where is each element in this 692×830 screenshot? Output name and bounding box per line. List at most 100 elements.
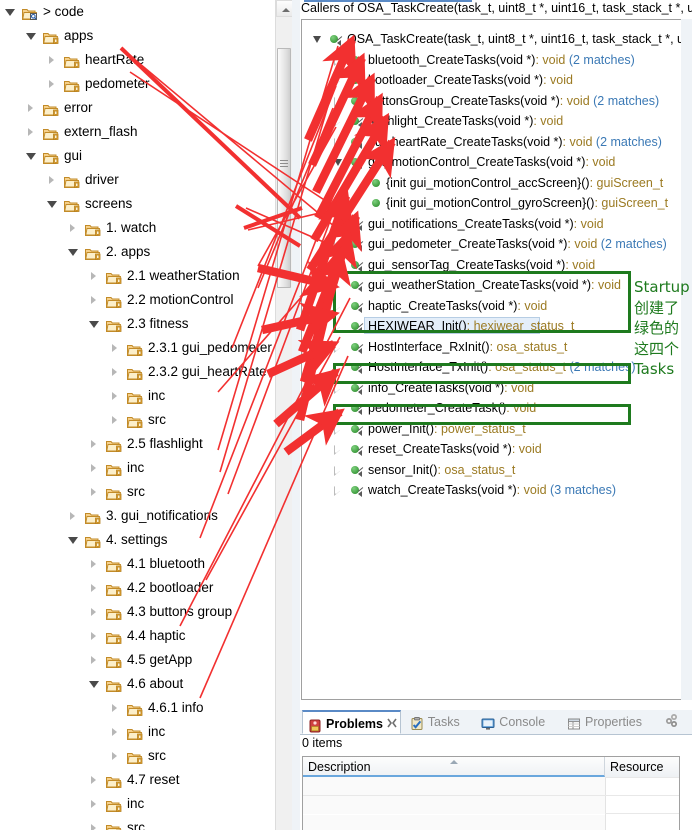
chevron-right-icon[interactable] (334, 486, 343, 496)
tree-item[interactable]: error (0, 96, 275, 120)
call-hierarchy-row[interactable]: info_CreateTasks(void *): void (302, 378, 680, 398)
problems-table[interactable]: Description Resource (302, 756, 680, 830)
chevron-right-icon[interactable] (90, 776, 99, 785)
table-row[interactable] (303, 796, 605, 814)
call-hierarchy-row[interactable]: OSA_TaskCreate(task_t, uint8_t *, uint16… (302, 29, 681, 49)
chevron-right-icon[interactable] (90, 632, 99, 641)
tree-item[interactable]: inc (0, 384, 275, 408)
chevron-right-icon[interactable] (334, 76, 343, 86)
chevron-right-icon[interactable] (90, 824, 99, 830)
chevron-right-icon[interactable] (334, 137, 343, 148)
tree-item[interactable]: 4.3 buttons group (0, 600, 275, 624)
tree-item[interactable]: inc (0, 720, 275, 744)
tree-item[interactable]: 3. gui_notifications (0, 504, 275, 528)
call-hierarchy-row[interactable]: sensor_Init(): osa_status_t (302, 460, 680, 480)
tree-item[interactable]: screens (0, 192, 275, 216)
tree-item[interactable]: src (0, 816, 275, 830)
chevron-right-icon[interactable] (69, 512, 78, 521)
tree-item[interactable]: apps (0, 24, 275, 48)
tree-item[interactable]: driver (0, 168, 275, 192)
call-hierarchy-row[interactable]: haptic_CreateTasks(void *): void (302, 296, 680, 316)
tree-item[interactable]: 2.3.2 gui_heartRate (0, 360, 275, 384)
chevron-right-icon[interactable] (48, 176, 57, 185)
close-icon[interactable] (387, 718, 397, 728)
call-hierarchy-row[interactable]: flashlight_CreateTasks(void *): void (302, 111, 680, 131)
call-hierarchy-row[interactable]: HostInterface_RxInit(): osa_status_t (302, 337, 680, 357)
call-hierarchy-row[interactable]: gui_heartRate_CreateTasks(void *): void … (302, 132, 680, 152)
call-hierarchy-row[interactable]: power_Init(): power_status_t (302, 419, 680, 439)
tab-tasks[interactable]: Tasks (405, 710, 473, 734)
chevron-right-icon[interactable] (90, 488, 99, 497)
call-hierarchy-row[interactable]: pedometer_CreateTask(): void (302, 398, 680, 418)
tree-item[interactable]: extern_flash (0, 120, 275, 144)
tab-properties[interactable]: Properties (562, 710, 665, 734)
tab-console[interactable]: Console (476, 710, 558, 734)
chevron-down-icon[interactable] (68, 248, 78, 257)
tree-item[interactable]: heartRate (0, 48, 275, 72)
tree-item[interactable]: src (0, 408, 275, 432)
call-hierarchy-row[interactable]: gui_motionControl_CreateTasks(void *): v… (302, 152, 680, 172)
tree-item[interactable]: 4.4 haptic (0, 624, 275, 648)
call-hierarchy-row[interactable]: watch_CreateTasks(void *): void (3 match… (302, 480, 680, 500)
call-hierarchy-row[interactable]: gui_weatherStation_CreateTasks(void *): … (302, 275, 680, 295)
call-hierarchy-row[interactable]: {init gui_motionControl_accScreen}(): gu… (302, 173, 680, 193)
chevron-right-icon[interactable] (69, 224, 78, 233)
chevron-right-icon[interactable] (90, 296, 99, 305)
chevron-right-icon[interactable] (111, 752, 120, 761)
call-hierarchy-row[interactable]: HEXIWEAR_Init(): hexiwear_status_t (302, 316, 680, 336)
tree-item[interactable]: 4.5 getApp (0, 648, 275, 672)
chevron-right-icon[interactable] (90, 560, 99, 569)
chevron-right-icon[interactable] (90, 608, 99, 617)
table-row[interactable] (303, 777, 605, 795)
chevron-down-icon[interactable] (5, 8, 15, 17)
chevron-right-icon[interactable] (334, 301, 343, 312)
chevron-down-icon[interactable] (26, 152, 36, 161)
call-hierarchy-row[interactable]: gui_notifications_CreateTasks(void *): v… (302, 214, 680, 234)
tree-item[interactable]: inc (0, 456, 275, 480)
chevron-right-icon[interactable] (111, 368, 120, 377)
chevron-right-icon[interactable] (334, 445, 343, 455)
chevron-right-icon[interactable] (111, 728, 120, 737)
chevron-right-icon[interactable] (334, 117, 343, 127)
tree-item[interactable]: 2. apps (0, 240, 275, 264)
call-hierarchy-row[interactable]: {init gui_motionControl_gyroScreen}(): g… (302, 193, 680, 213)
tree-item[interactable]: 2.2 motionControl (0, 288, 275, 312)
chevron-right-icon[interactable] (334, 342, 343, 353)
tree-item[interactable]: inc (0, 792, 275, 816)
chevron-down-icon[interactable] (313, 35, 322, 44)
call-hierarchy-row[interactable]: bluetooth_CreateTasks(void *): void (2 m… (302, 50, 680, 70)
chevron-down-icon[interactable] (26, 32, 36, 41)
chevron-down-icon[interactable] (89, 320, 99, 329)
tree-item[interactable]: 2.1 weatherStation (0, 264, 275, 288)
tree-item[interactable]: src (0, 480, 275, 504)
tree-item[interactable]: 4.6.1 info (0, 696, 275, 720)
column-header-resource[interactable]: Resource (605, 757, 679, 777)
chevron-right-icon[interactable] (111, 392, 120, 401)
chevron-right-icon[interactable] (334, 383, 343, 394)
chevron-right-icon[interactable] (90, 584, 99, 593)
tree-item[interactable]: pedometer (0, 72, 275, 96)
chevron-right-icon[interactable] (334, 219, 343, 230)
chevron-right-icon[interactable] (90, 656, 99, 665)
chevron-right-icon[interactable] (334, 404, 343, 414)
project-explorer-tree[interactable]: > code apps heartRate pedometer error extern_… (0, 0, 275, 830)
tree-item[interactable]: 4.6 about (0, 672, 275, 696)
chevron-right-icon[interactable] (90, 800, 99, 809)
call-hierarchy-row[interactable]: reset_CreateTasks(void *): void (302, 439, 680, 459)
tree-item[interactable]: gui (0, 144, 275, 168)
tree-item[interactable]: 4.1 bluetooth (0, 552, 275, 576)
chevron-right-icon[interactable] (334, 260, 343, 271)
chevron-right-icon[interactable] (27, 104, 36, 113)
tab-problems[interactable]: Problems (302, 710, 401, 734)
chevron-down-icon[interactable] (334, 158, 343, 167)
table-row[interactable] (303, 815, 605, 830)
tree-item[interactable]: 2.3 fitness (0, 312, 275, 336)
chevron-right-icon[interactable] (111, 344, 120, 353)
tree-item[interactable]: 1. watch (0, 216, 275, 240)
chevron-right-icon[interactable] (90, 464, 99, 473)
call-hierarchy-row[interactable]: HostInterface_TxInit(): osa_status_t (2 … (302, 357, 680, 377)
chevron-right-icon[interactable] (48, 80, 57, 89)
chevron-right-icon[interactable] (334, 363, 343, 373)
tree-item[interactable]: 2.3.1 gui_pedometer (0, 336, 275, 360)
call-hierarchy-tree[interactable]: OSA_TaskCreate(task_t, uint8_t *, uint16… (301, 19, 681, 700)
